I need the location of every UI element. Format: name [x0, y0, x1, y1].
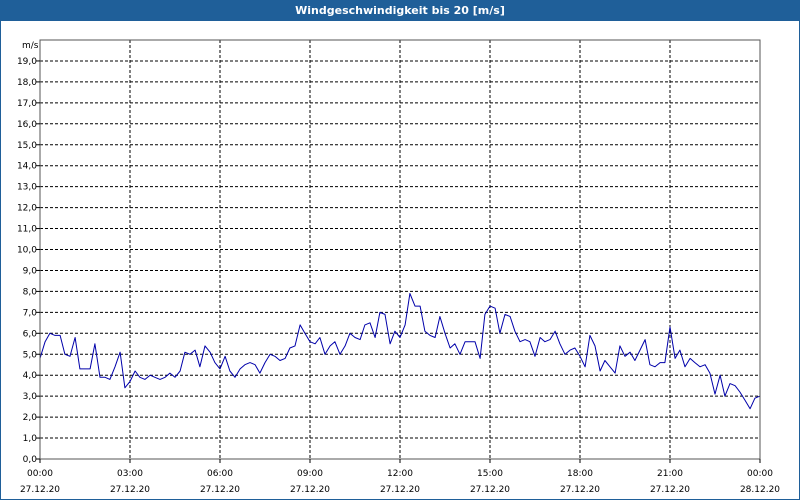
- y-tick-label: 6,0: [23, 329, 38, 339]
- x-tick-time-label: 03:00: [117, 469, 143, 479]
- y-tick-label: 5,0: [23, 350, 38, 360]
- y-unit-label: m/s: [22, 41, 39, 51]
- x-tick-date-label: 27.12.20: [560, 485, 600, 495]
- y-tick-label: 10,0: [17, 246, 37, 256]
- x-tick-time-label: 00:00: [747, 469, 773, 479]
- x-tick-time-label: 00:00: [27, 469, 53, 479]
- x-tick-time-label: 21:00: [657, 469, 683, 479]
- grid-lines: [40, 40, 760, 459]
- y-tick-label: 8,0: [23, 287, 38, 297]
- x-tick-date-label: 27.12.20: [200, 485, 240, 495]
- x-tick-date-label: 27.12.20: [290, 485, 330, 495]
- y-tick-label: 7,0: [23, 308, 38, 318]
- y-tick-label: 19,0: [17, 57, 37, 67]
- x-axis: 00:00 27.12.20 03:00 27.12.20 06:00 27.12.20 0…: [20, 459, 780, 495]
- y-axis: 0,0 1,0 2,0 3,0 4,0 5,0 6,0 7,0 8,0 9,0 10,0 11,0 12…: [17, 57, 40, 465]
- y-tick-label: 14,0: [17, 162, 37, 172]
- y-tick-label: 15,0: [17, 141, 37, 151]
- x-tick-date-label: 27.12.20: [470, 485, 510, 495]
- x-tick-date-label: 27.12.20: [650, 485, 690, 495]
- y-tick-label: 1,0: [23, 434, 38, 444]
- wind-speed-chart: 0,0 1,0 2,0 3,0 4,0 5,0 6,0 7,0 8,0 9,0 10,0 11,0 12…: [17, 39, 780, 495]
- x-tick-date-label: 28.12.20: [740, 485, 780, 495]
- x-tick-time-label: 12:00: [387, 469, 413, 479]
- x-tick-date-label: 27.12.20: [20, 485, 60, 495]
- x-tick-time-label: 09:00: [297, 469, 323, 479]
- x-tick-date-label: 27.12.20: [380, 485, 420, 495]
- y-tick-label: 13,0: [17, 183, 37, 193]
- x-tick-time-label: 06:00: [207, 469, 233, 479]
- y-tick-label: 4,0: [23, 371, 38, 381]
- y-tick-label: 0,0: [23, 455, 38, 465]
- y-tick-label: 2,0: [23, 413, 38, 423]
- y-tick-label: 16,0: [17, 120, 37, 130]
- x-tick-time-label: 18:00: [567, 469, 593, 479]
- y-tick-label: 9,0: [23, 266, 38, 276]
- y-tick-label: 18,0: [17, 78, 37, 88]
- x-tick-date-label: 27.12.20: [110, 485, 150, 495]
- y-tick-label: 12,0: [17, 204, 37, 214]
- y-tick-label: 17,0: [17, 99, 37, 109]
- y-tick-label: 3,0: [23, 392, 38, 402]
- x-tick-time-label: 15:00: [477, 469, 503, 479]
- y-tick-label: 11,0: [17, 225, 37, 235]
